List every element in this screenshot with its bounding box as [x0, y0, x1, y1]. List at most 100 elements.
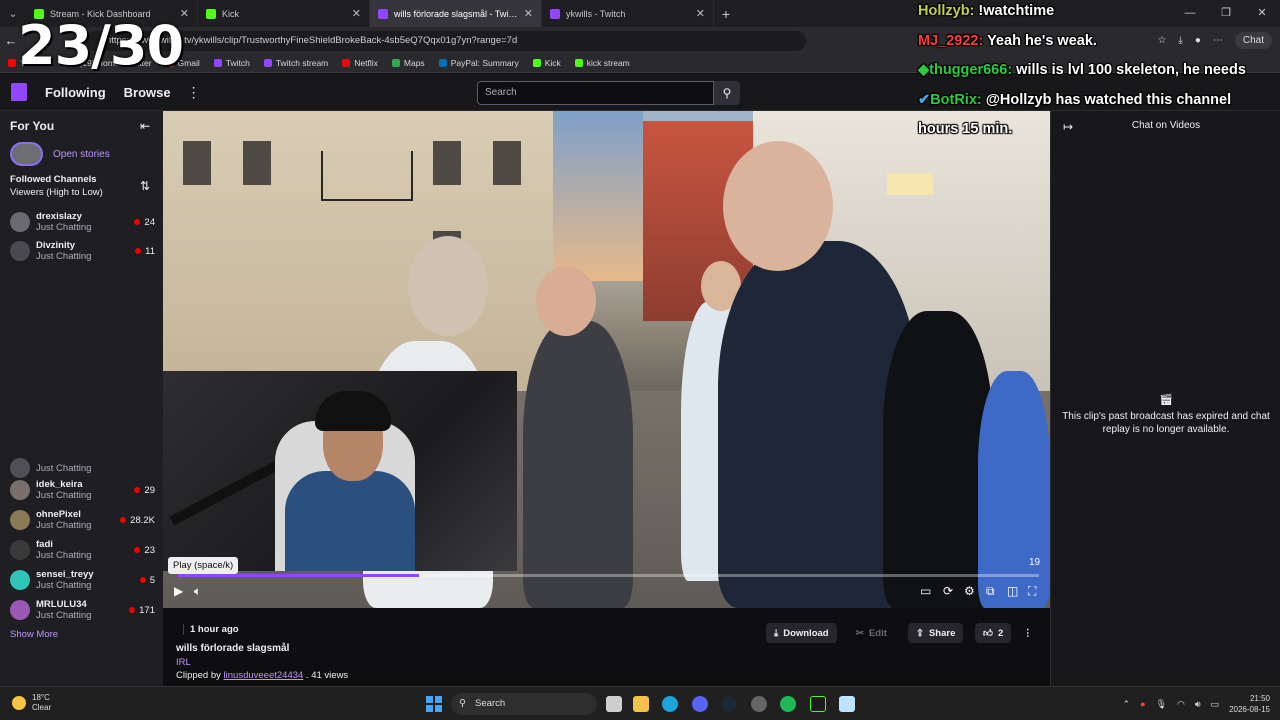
netflix-icon: [342, 59, 351, 67]
scene-balcony: [321, 151, 413, 201]
channel-category: Just Chatting: [36, 550, 92, 561]
sidebar-channel[interactable]: ohnePixel Just Chatting 28.2K: [10, 506, 155, 534]
search-icon[interactable]: ⚲: [714, 81, 740, 105]
clock[interactable]: 21:50 2026-08-15: [1229, 693, 1270, 715]
bot-badge-icon: ✔: [918, 91, 931, 108]
bookmark-netflix[interactable]: Netflix: [342, 58, 378, 68]
windows-start-icon[interactable]: [426, 696, 442, 712]
task-view-icon[interactable]: [606, 696, 622, 712]
viewer-count: 11: [135, 246, 155, 257]
bookmark-maps[interactable]: Maps: [391, 58, 425, 68]
edge-icon[interactable]: [662, 696, 678, 712]
channel-name: fadi: [36, 539, 53, 550]
webcam-streamer-hair: [315, 391, 391, 431]
obs-icon[interactable]: [751, 696, 767, 712]
steam-icon[interactable]: [721, 696, 737, 712]
streamer-webcam: [163, 371, 517, 571]
file-explorer-icon[interactable]: [633, 696, 649, 712]
microphone-icon[interactable]: 🎙︎: [1156, 699, 1167, 710]
viewer-count: 23: [134, 545, 155, 556]
kick-icon: [574, 59, 583, 67]
theatre-mode-icon[interactable]: ◫: [1007, 584, 1018, 598]
close-tab-icon[interactable]: ✕: [352, 7, 361, 20]
channel-name: sensei_treyy: [36, 569, 94, 580]
url-field[interactable]: https://www.twitch.tv/ykwills/clip/Trust…: [86, 30, 806, 51]
search-input[interactable]: Search: [477, 81, 714, 105]
system-tray: ⌃ ● 🎙︎ ◠ 🔊︎ ▭ 21:50 2026-08-15: [1123, 693, 1270, 715]
show-more-link[interactable]: Show More: [10, 629, 58, 640]
cast-icon[interactable]: ⧉: [986, 584, 995, 599]
channel-category: Just Chatting: [36, 462, 92, 474]
channel-category: Just Chatting: [36, 251, 92, 262]
spotify-icon[interactable]: [780, 696, 796, 712]
channel-name: MRLULU34: [36, 599, 87, 610]
bookmark-kick[interactable]: Kick: [532, 58, 561, 68]
bookmark-kick-stream[interactable]: kick stream: [574, 58, 630, 68]
terminal-icon[interactable]: [810, 696, 826, 712]
moon-icon: [12, 696, 26, 710]
chat-username: BotRix:: [930, 91, 982, 108]
clipper-link[interactable]: linusduveeet24434: [224, 670, 304, 681]
avatar: [10, 480, 30, 500]
followed-channels-header: Followed Channels Viewers (High to Low): [10, 173, 103, 199]
more-options-icon[interactable]: ⋮: [1015, 623, 1041, 643]
open-stories[interactable]: Open stories: [10, 142, 110, 166]
sidebar-channel[interactable]: sensei_treyy Just Chatting 5: [10, 566, 155, 594]
browser-tab-active[interactable]: wills förlorade slagsmål - Twitch ✕: [370, 0, 542, 27]
browser-tab[interactable]: Kick ✕: [198, 0, 370, 27]
twitch-logo-icon[interactable]: [11, 83, 27, 101]
taskbar-search[interactable]: ⚲ Search: [451, 693, 597, 715]
play-tooltip: Play (space/k): [168, 557, 239, 574]
new-tab-button[interactable]: +: [714, 6, 738, 22]
video-scene-lamp: [887, 173, 933, 195]
browser-tab[interactable]: ykwills - Twitch ✕: [542, 0, 714, 27]
discord-icon[interactable]: [692, 696, 708, 712]
speaker-icon[interactable]: 🔊︎: [1195, 699, 1201, 710]
bookmark-paypal[interactable]: PayPal: Summary: [438, 58, 519, 68]
youtube-icon: [8, 59, 16, 67]
wifi-icon[interactable]: ◠: [1177, 699, 1185, 710]
avatar: [10, 458, 30, 478]
bookmark-twitch-stream[interactable]: Twitch stream: [263, 58, 328, 68]
more-vertical-icon[interactable]: ⋮: [187, 84, 201, 101]
volume-icon[interactable]: 🔈︎: [194, 584, 201, 599]
scene-window: [493, 141, 521, 185]
nav-following[interactable]: Following: [45, 85, 106, 100]
like-button[interactable]: 👍︎ 2: [975, 623, 1012, 643]
share-button[interactable]: ⇪ Share: [908, 623, 964, 643]
video-player[interactable]: [163, 111, 1050, 608]
miniplayer-icon[interactable]: ▭: [920, 584, 931, 598]
scene-window: [243, 141, 271, 185]
chat-expired-message: This clip's past broadcast has expired a…: [1062, 411, 1270, 435]
play-icon[interactable]: ▶: [174, 584, 183, 598]
battery-icon[interactable]: ▭: [1211, 699, 1220, 710]
clip-category-link[interactable]: IRL: [176, 657, 191, 668]
weather-widget[interactable]: 18°C Clear: [12, 693, 51, 713]
settings-gear-icon[interactable]: ⚙: [964, 584, 975, 598]
sidebar-channel[interactable]: fadi Just Chatting 23: [10, 536, 155, 564]
tray-app-icon[interactable]: ●: [1140, 699, 1145, 709]
notepad-icon[interactable]: [839, 696, 855, 712]
overlay-chat-message: Hollzyb: !watchtime: [918, 0, 1280, 27]
edit-button[interactable]: ✂ Edit: [848, 623, 895, 643]
sidebar-channel[interactable]: Divzinity Just Chatting 11: [10, 237, 155, 265]
fullscreen-icon[interactable]: ⛶: [1028, 584, 1036, 599]
sidebar-channel[interactable]: drexislazy Just Chatting 24: [10, 208, 155, 236]
chevron-up-icon[interactable]: ⌃: [1123, 699, 1131, 710]
nav-browse[interactable]: Browse: [124, 85, 171, 100]
download-button[interactable]: ⤓ Download: [766, 623, 837, 643]
chat-text: wills is lvl 100 skeleton, he needs: [1012, 62, 1246, 78]
sidebar-channel[interactable]: MRLULU34 Just Chatting 171: [10, 596, 155, 624]
twitch-icon: [378, 8, 388, 19]
clipped-by-prefix: Clipped by: [176, 670, 221, 681]
stories-avatar: [10, 142, 43, 166]
loop-icon[interactable]: ⟳: [943, 584, 953, 598]
close-tab-icon[interactable]: ✕: [524, 7, 533, 20]
download-icon: ⤓: [774, 627, 779, 639]
bookmark-twitch[interactable]: Twitch: [213, 58, 250, 68]
close-tab-icon[interactable]: ✕: [696, 7, 705, 20]
collapse-sidebar-icon[interactable]: ⇤: [140, 119, 150, 133]
sidebar-channel[interactable]: idek_keira Just Chatting 29: [10, 476, 155, 504]
sort-icon[interactable]: ⇅: [140, 179, 150, 193]
video-progress-bar[interactable]: [178, 574, 1039, 577]
